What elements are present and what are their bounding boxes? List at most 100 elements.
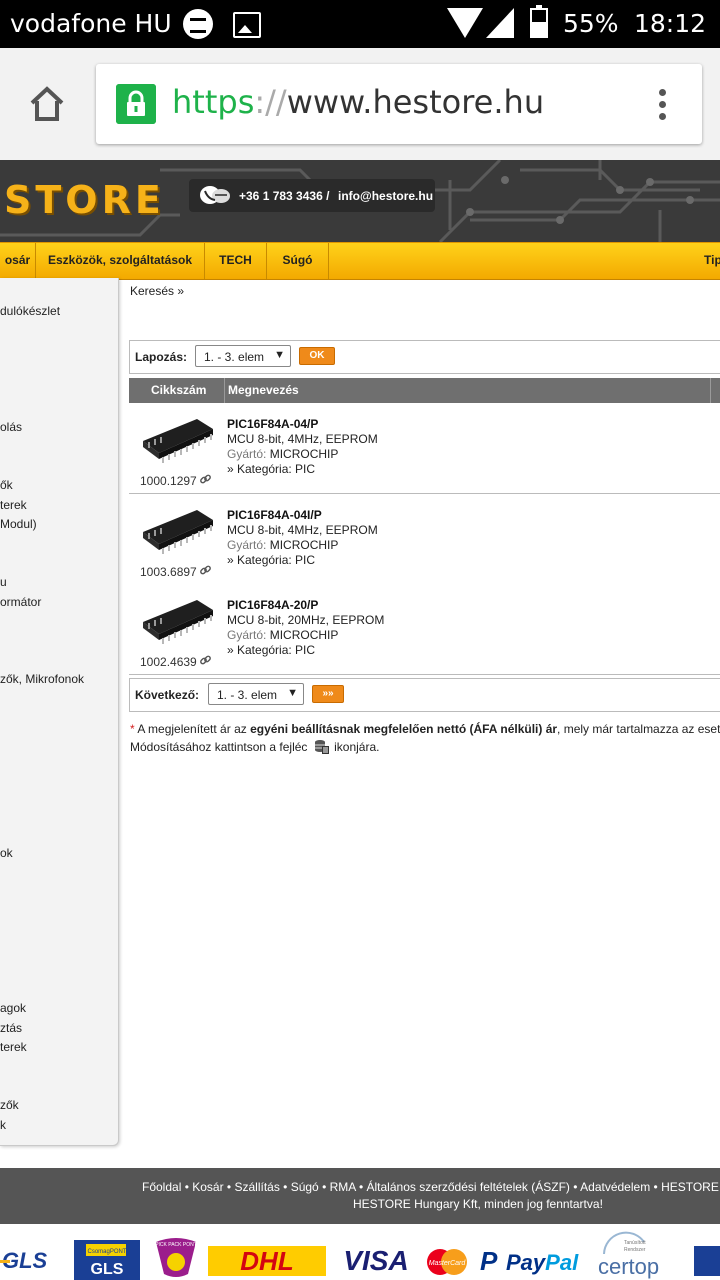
product-manufacturer: Gyártó: MICROCHIP — [227, 538, 338, 552]
page-select-value: 1. - 3. elem — [217, 688, 278, 702]
url-scheme: https — [172, 83, 255, 121]
footer-link-rma[interactable]: RMA — [330, 1180, 356, 1194]
sidebar-item[interactable]: ők — [0, 478, 13, 492]
page-select[interactable]: 1. - 3. elem ▼ — [208, 683, 304, 705]
price-note-line1: * A megjelenített ár az egyéni beállítás… — [130, 720, 720, 738]
sidebar-item[interactable]: Modul) — [0, 517, 37, 531]
battery-percent: 55% — [563, 9, 619, 38]
nav-item-kosar[interactable]: osár — [0, 243, 36, 279]
browser-toolbar: https://www.hestore.hu — [0, 48, 720, 161]
url-text: https://www.hestore.hu — [172, 83, 544, 121]
price-note: * A megjelenített ár az egyéni beállítás… — [130, 720, 720, 756]
nav-item-eszkozok[interactable]: Eszközök, szolgáltatások — [36, 243, 205, 279]
nav-item-tech[interactable]: TECH — [205, 243, 267, 279]
sidebar-item[interactable]: dulókészlet — [0, 304, 60, 318]
product-category-link[interactable]: » Kategória: PIC — [227, 462, 315, 476]
svg-text:CsomagPONT: CsomagPONT — [87, 1249, 126, 1255]
sidebar-item[interactable]: terek — [0, 1040, 27, 1054]
dhl-logo: DHL — [208, 1246, 326, 1276]
product-name[interactable]: PIC16F84A-04I/P — [227, 508, 322, 522]
footer-link-api[interactable]: HESTORE API — [661, 1180, 720, 1194]
nav-item-tip[interactable]: Tip — [704, 243, 720, 279]
messenger-icon — [183, 9, 213, 39]
site-logo[interactable]: STORE — [4, 178, 165, 222]
manufacturer-value: MICROCHIP — [269, 447, 339, 461]
product-image[interactable] — [141, 502, 215, 554]
sidebar-item[interactable]: zők, Mikrofonok — [0, 672, 84, 686]
sidebar-item[interactable]: olás — [0, 420, 22, 434]
asterisk: * — [130, 722, 135, 736]
svg-text:PayPal: PayPal — [506, 1250, 579, 1275]
page-select[interactable]: 1. - 3. elem ▼ — [195, 345, 291, 367]
footer-link-fooldal[interactable]: Főoldal — [142, 1180, 181, 1194]
dropdown-arrow-icon: ▼ — [287, 687, 298, 699]
sidebar-item[interactable]: zők — [0, 1098, 19, 1112]
breadcrumb[interactable]: Keresés » — [130, 284, 184, 298]
svg-text:GLS: GLS — [91, 1261, 124, 1278]
table-row: 1000.1297 PIC16F84A-04/P MCU 8-bit, 4MHz… — [129, 403, 720, 494]
svg-text:VISA: VISA — [343, 1245, 408, 1276]
link-icon[interactable] — [200, 565, 211, 576]
ok-button[interactable]: OK — [299, 347, 335, 365]
product-name[interactable]: PIC16F84A-20/P — [227, 598, 318, 612]
footer-link-szallitas[interactable]: Szállítás — [234, 1180, 279, 1194]
svg-text:PICK PACK PONT: PICK PACK PONT — [155, 1242, 197, 1248]
table-row: 1002.4639 PIC16F84A-20/P MCU 8-bit, 20MH… — [129, 584, 720, 675]
product-category-link[interactable]: » Kategória: PIC — [227, 553, 315, 567]
product-category-link[interactable]: » Kategória: PIC — [227, 643, 315, 657]
contact-phone[interactable]: +36 1 783 3436 / — [239, 189, 329, 203]
pager-label: Lapozás: — [135, 350, 188, 364]
footer-link-adatvedelem[interactable]: Adatvédelem — [580, 1180, 650, 1194]
sidebar-item[interactable]: ztás — [0, 1021, 22, 1035]
clock: 18:12 — [634, 9, 707, 38]
note-text: A megjelenített ár az — [137, 722, 251, 736]
column-header-code: Cikkszám — [151, 383, 207, 397]
address-bar[interactable]: https://www.hestore.hu — [96, 64, 702, 144]
table-row: 1003.6897 PIC16F84A-04I/P MCU 8-bit, 4MH… — [129, 494, 720, 585]
sidebar-item[interactable]: ormátor — [0, 595, 41, 609]
home-icon[interactable] — [28, 84, 66, 124]
product-image[interactable] — [141, 592, 215, 644]
sidebar-item[interactable]: agok — [0, 1001, 26, 1015]
manufacturer-label: Gyártó: — [227, 447, 267, 461]
footer-link-sugo[interactable]: Súgó — [291, 1180, 319, 1194]
manufacturer-label: Gyártó: — [227, 628, 267, 642]
url-separator: :// — [254, 83, 287, 121]
contact-email[interactable]: info@hestore.hu — [338, 189, 433, 203]
product-name[interactable]: PIC16F84A-04/P — [227, 417, 318, 431]
product-description: MCU 8-bit, 4MHz, EEPROM — [227, 523, 378, 537]
sidebar-item[interactable]: k — [0, 1118, 6, 1132]
link-icon[interactable] — [200, 655, 211, 666]
product-manufacturer: Gyártó: MICROCHIP — [227, 447, 338, 461]
next-button[interactable]: »» — [312, 685, 344, 703]
footer-link-aszf[interactable]: Általános szerződési feltételek (ÁSZF) — [367, 1180, 570, 1194]
partner-logo-partial — [694, 1246, 720, 1276]
nav-item-sugo[interactable]: Súgó — [267, 243, 329, 279]
footer-link-kosar[interactable]: Kosár — [192, 1180, 223, 1194]
header-divider — [224, 378, 225, 403]
sidebar-item[interactable]: ok — [0, 846, 13, 860]
product-code: 1003.6897 — [140, 565, 197, 579]
overflow-menu-icon[interactable] — [652, 86, 672, 126]
link-icon[interactable] — [200, 474, 211, 485]
price-settings-icon[interactable] — [313, 738, 329, 754]
product-manufacturer: Gyártó: MICROCHIP — [227, 628, 338, 642]
url-host: www.hestore.hu — [286, 83, 545, 121]
note-text: Módosításához kattintson a fejléc — [130, 740, 308, 754]
svg-text:Tanúsított: Tanúsított — [624, 1240, 646, 1246]
contact-bar: +36 1 783 3436 / info@hestore.hu — [189, 179, 435, 212]
visa-logo: VISA — [343, 1245, 408, 1276]
copyright: HESTORE Hungary Kft, minden jog fenntart… — [353, 1197, 603, 1211]
gls-logo: GLS — [0, 1248, 48, 1273]
product-image[interactable] — [141, 411, 215, 463]
sidebar-item[interactable]: terek — [0, 498, 27, 512]
partner-logos: GLS CsomagPONT GLS PICK PACK PONT DHL VI… — [0, 1224, 720, 1280]
gls-csomagpont-logo: CsomagPONT GLS — [74, 1240, 140, 1280]
certop-logo: Tanúsított Rendszer certop — [598, 1231, 659, 1279]
lock-icon — [116, 84, 156, 124]
svg-text:DHL: DHL — [240, 1246, 293, 1276]
sidebar-item[interactable]: u — [0, 575, 7, 589]
note-bold: egyéni beállításnak megfelelően nettó (Á… — [250, 722, 558, 736]
pager-label: Következő: — [135, 688, 200, 702]
column-header-name: Megnevezés — [228, 383, 299, 397]
